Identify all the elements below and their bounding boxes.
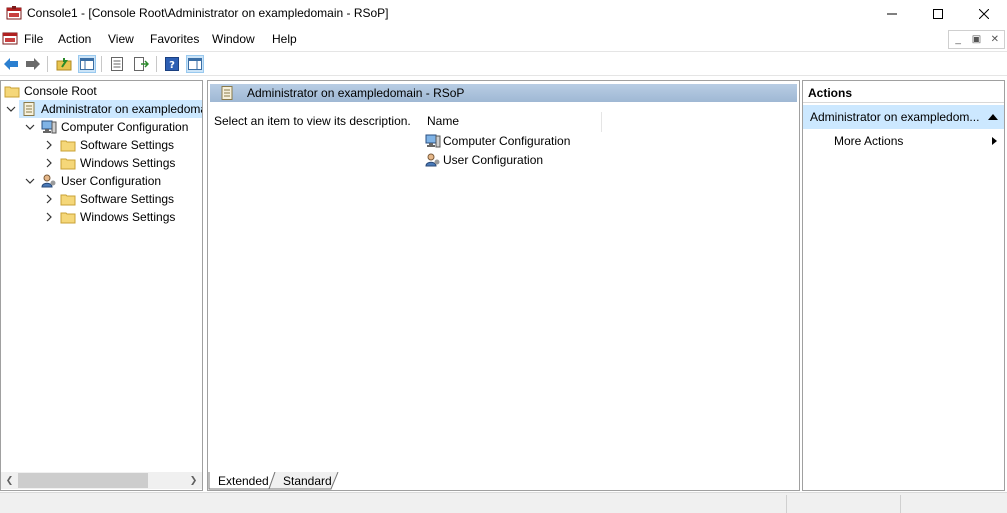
toolbar-separator [47,56,48,72]
expand-chevron-icon[interactable] [44,158,54,168]
computer-icon [425,133,441,149]
menu-file[interactable]: File [24,32,43,46]
tab-standard[interactable]: Standard [283,472,332,490]
tree-label: User Configuration [61,174,162,188]
more-actions-item[interactable]: More Actions [834,134,903,148]
properties-icon[interactable] [108,55,126,73]
show-hide-action-pane-icon[interactable] [186,55,204,73]
mdi-close-button[interactable]: ✕ [986,31,1004,48]
actions-group-label: Administrator on exampledom... [810,110,980,124]
menu-view[interactable]: View [108,32,134,46]
column-header-name[interactable]: Name [427,112,602,132]
minimize-button[interactable] [869,0,915,28]
collapse-caret-icon[interactable] [988,114,998,120]
tree-item-console-root[interactable]: Console Root [4,82,97,100]
toolbar-separator [156,56,157,72]
export-list-icon[interactable] [132,55,150,73]
scroll-right-icon[interactable]: ❯ [185,472,202,489]
show-hide-console-tree-icon[interactable] [78,55,96,73]
forward-icon[interactable] [24,55,42,73]
description-text: Select an item to view its description. [214,114,411,128]
up-one-level-icon[interactable] [55,55,73,73]
rsop-document-icon [219,85,235,101]
menu-help[interactable]: Help [272,32,297,46]
expand-chevron-icon[interactable] [44,194,54,204]
tree-item-computer-windows-settings[interactable]: Windows Settings [60,154,175,172]
tree-item-rsop[interactable]: Administrator on exampledomain - RSoP [19,100,202,118]
tree-item-user-windows-settings[interactable]: Windows Settings [60,208,175,226]
toolbar: ? [0,51,1007,76]
folder-icon [4,83,20,99]
status-bar-separator [900,495,901,513]
mdi-restore-button[interactable]: ▣ [967,31,985,48]
scroll-left-icon[interactable]: ❮ [1,472,18,489]
tree-label: Console Root [24,84,97,98]
menu-window[interactable]: Window [212,32,255,46]
close-button[interactable] [961,0,1007,28]
list-item-label: Computer Configuration [443,134,571,148]
folder-icon [60,155,76,171]
tree-item-computer-configuration[interactable]: Computer Configuration [41,118,188,136]
collapse-chevron-icon[interactable] [25,176,35,186]
results-pane-header: Administrator on exampledomain - RSoP [210,84,797,102]
toolbar-separator [101,56,102,72]
tree-horizontal-scrollbar[interactable]: ❮ ❯ [1,472,202,489]
folder-icon [60,209,76,225]
help-icon[interactable]: ? [163,55,181,73]
folder-icon [60,191,76,207]
scrollbar-thumb[interactable] [18,473,148,488]
folder-icon [60,137,76,153]
menu-bar: File Action View Favorites Window Help _… [0,28,1007,50]
expand-chevron-icon[interactable] [44,212,54,222]
list-item-label: User Configuration [443,153,544,167]
mmc-app-icon[interactable] [6,6,22,21]
view-tabs: Extended Standard [207,472,800,491]
mdi-minimize-button[interactable]: _ [949,31,967,48]
maximize-button[interactable] [915,0,961,28]
tree-label: Software Settings [80,192,175,206]
console-tree-pane[interactable]: Console Root Administrator on exampledom… [0,80,203,491]
computer-icon [41,119,57,135]
tree-label: Computer Configuration [61,120,189,134]
tree-label: Windows Settings [80,156,176,170]
tree-label: Administrator on exampledomain - RSoP [41,102,202,116]
tree-item-computer-software-settings[interactable]: Software Settings [60,136,174,154]
list-item-user-configuration[interactable]: User Configuration [425,151,543,169]
results-pane-title: Administrator on exampledomain - RSoP [247,86,465,100]
tree-label: Windows Settings [80,210,176,224]
expand-chevron-icon[interactable] [44,140,54,150]
back-icon[interactable] [2,55,20,73]
svg-text:?: ? [169,60,175,71]
tree-label: Software Settings [80,138,175,152]
tab-extended[interactable]: Extended [218,472,269,490]
rsop-document-icon [21,101,37,117]
tree-item-user-software-settings[interactable]: Software Settings [60,190,174,208]
actions-title: Actions [803,81,1004,103]
submenu-arrow-icon[interactable] [992,137,997,145]
actions-group-header[interactable]: Administrator on exampledom... [803,105,1004,129]
status-bar [0,492,1007,513]
results-pane: Administrator on exampledomain - RSoP Se… [207,80,800,491]
tree-item-user-configuration[interactable]: User Configuration [41,172,161,190]
collapse-chevron-icon[interactable] [6,104,16,114]
console-menu-icon[interactable] [2,31,18,46]
status-bar-separator [786,495,787,513]
menu-action[interactable]: Action [58,32,91,46]
window-title: Console1 - [Console Root\Administrator o… [27,6,389,20]
collapse-chevron-icon[interactable] [25,122,35,132]
mdi-window-controls: _ ▣ ✕ [948,30,1005,49]
user-icon [41,173,57,189]
column-header-label: Name [427,114,460,128]
user-icon [425,152,441,168]
list-item-computer-configuration[interactable]: Computer Configuration [425,132,570,150]
menu-favorites[interactable]: Favorites [150,32,199,46]
actions-pane: Actions Administrator on exampledom... M… [802,80,1005,491]
title-bar: Console1 - [Console Root\Administrator o… [0,0,1007,28]
